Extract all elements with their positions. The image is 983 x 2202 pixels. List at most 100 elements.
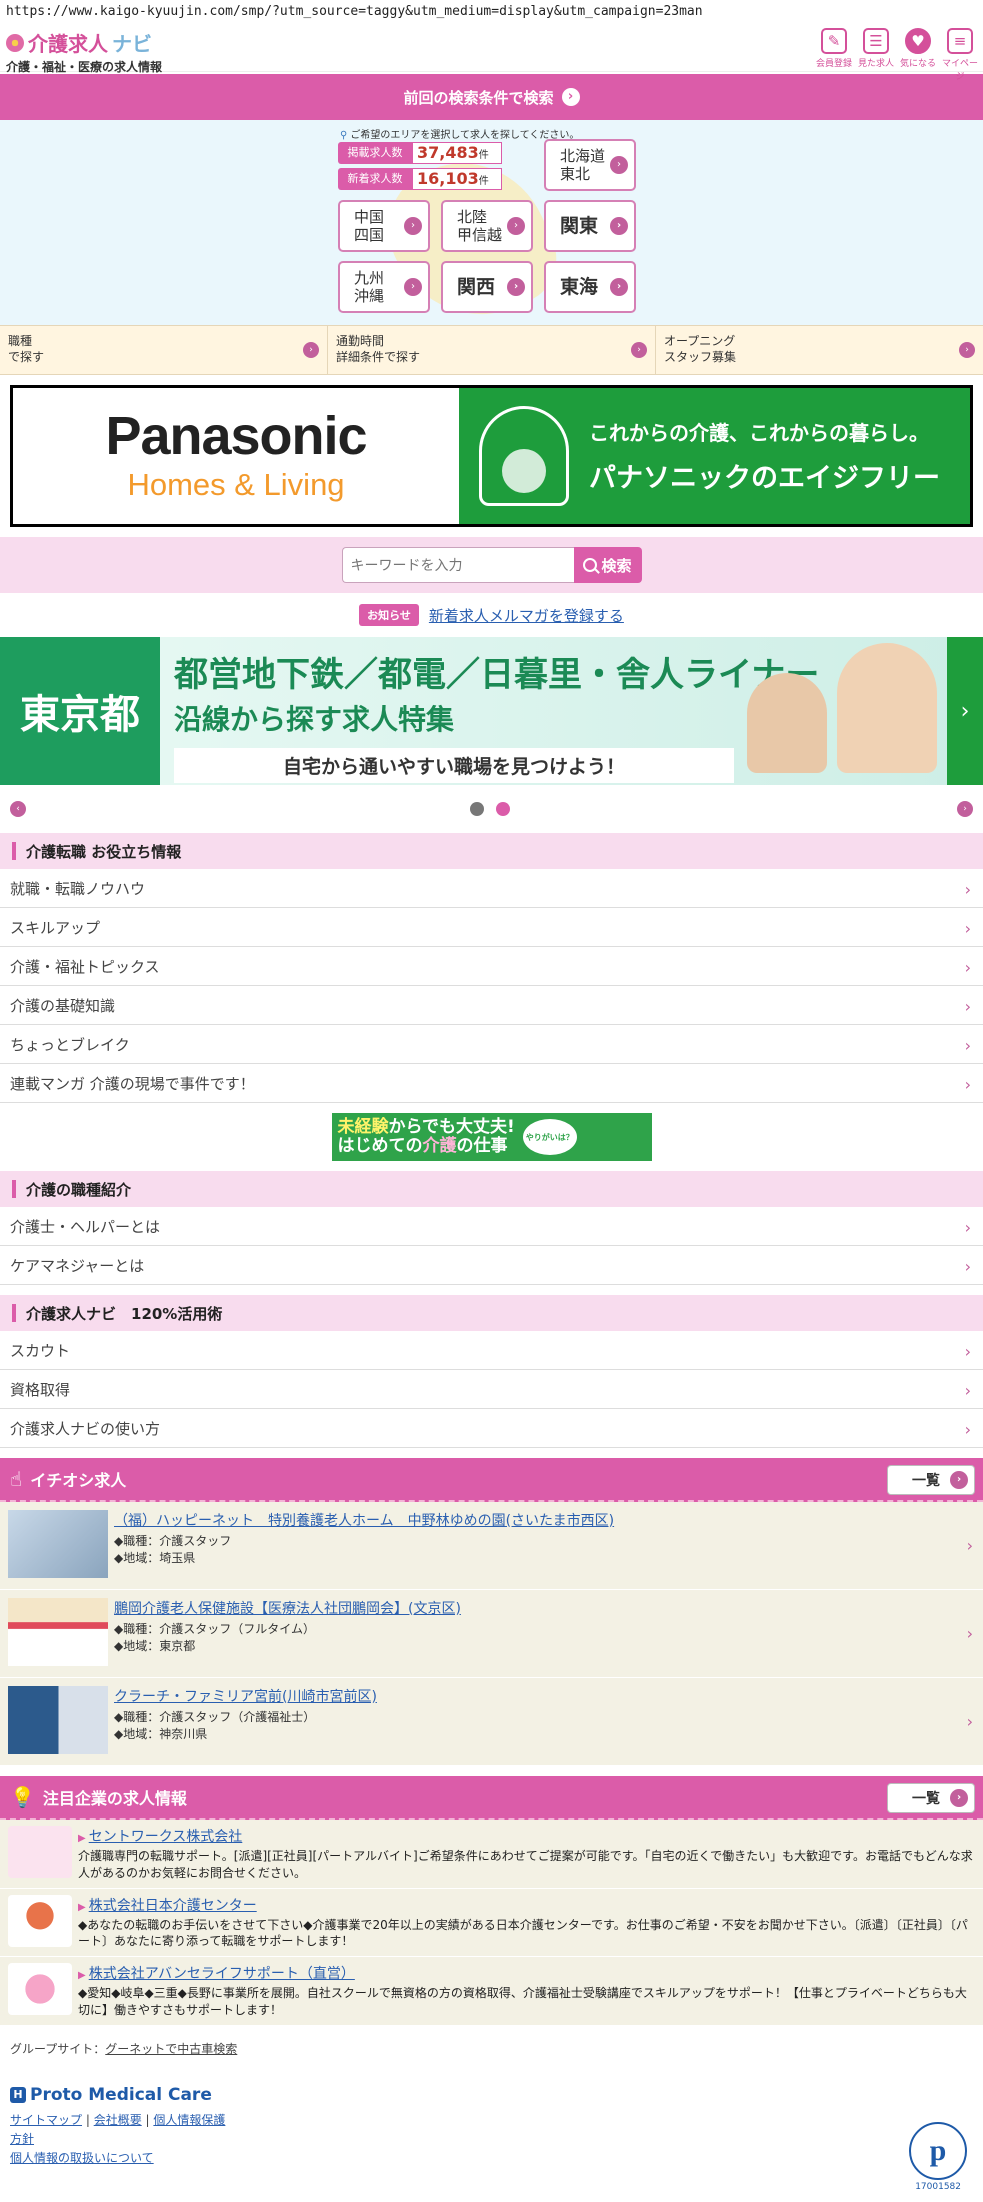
list-item[interactable]: 鵬岡介護老人保健施設【医療法人社団鵬岡会】(文京区) ◆職種：介護スタッフ（フル…	[0, 1590, 983, 1678]
chevron-right-icon: ›	[964, 1075, 971, 1094]
search-by-job-link[interactable]: 職種 で探す ›	[0, 326, 328, 374]
site-logo[interactable]: 介護求人 ナビ 介護・福祉・医療の求人情報	[6, 28, 162, 75]
job-area: ◆地域：神奈川県	[114, 1727, 208, 1741]
chevron-right-icon: ›	[964, 1342, 971, 1361]
list-item[interactable]: 介護士・ヘルパーとは ›	[0, 1207, 983, 1246]
list-item[interactable]: 連載マンガ 介護の現場で事件です！ ›	[0, 1064, 983, 1103]
pickup-heading: ☝ イチオシ求人 一覧 ›	[0, 1458, 983, 1502]
job-thumbnail	[8, 1598, 108, 1666]
list-item: ▶ 株式会社日本介護センター ◆あなたの転職のお手伝いをさせて下さい◆介護事業で2…	[0, 1889, 983, 1958]
list-item[interactable]: 介護求人ナビの使い方 ›	[0, 1409, 983, 1448]
newsletter-link[interactable]: 新着求人メルマガを登録する	[429, 605, 624, 626]
search-input[interactable]	[341, 547, 574, 583]
register-button[interactable]: ✎ 会員登録	[815, 28, 853, 82]
area-button-tokai[interactable]: 東海 ›	[544, 261, 636, 313]
list-item[interactable]: （福）ハッピーネット 特別養護老人ホーム 中野林ゆめの園(さいたま市西区) ◆職…	[0, 1502, 983, 1590]
list-item[interactable]: クラーチ・ファミリア宮前(川崎市宮前区) ◆職種：介護スタッフ（介護福祉士） ◆…	[0, 1678, 983, 1766]
section-jobtypes-heading: 介護の職種紹介	[0, 1171, 983, 1207]
carousel-next-arrow[interactable]: ›	[957, 801, 973, 817]
job-thumbnail	[8, 1686, 108, 1754]
panasonic-ad-banner[interactable]: Panasonic Homes & Living これからの介護、これからの暮ら…	[10, 385, 973, 527]
company-info-link[interactable]: 会社概要	[94, 2113, 142, 2127]
job-title-link[interactable]: クラーチ・ファミリア宮前(川崎市宮前区)	[114, 1689, 377, 1705]
mypage-button[interactable]: ≡ マイページ	[941, 28, 979, 82]
chevron-right-icon: ›	[966, 1536, 973, 1555]
privacy-handling-link[interactable]: 個人情報の取扱いについて	[10, 2151, 154, 2165]
site-footer: グループサイト：グーネットで中古車検索 H Proto Medical Care …	[0, 2026, 983, 2192]
area-button-chugoku[interactable]: 中国 四国 ›	[338, 200, 430, 252]
company-logo	[8, 1826, 72, 1878]
pickup-more-button[interactable]: 一覧 ›	[887, 1465, 975, 1495]
policy-link[interactable]: 方針	[10, 2132, 34, 2146]
triangle-right-icon: ▶	[78, 1833, 86, 1844]
notice-bar: お知らせ 新着求人メルマガを登録する	[0, 593, 983, 637]
companies-more-button[interactable]: 一覧 ›	[887, 1783, 975, 1813]
chevron-right-icon: ›	[507, 278, 525, 296]
tokyo-label: 東京都	[0, 637, 160, 785]
job-area: ◆地域：埼玉県	[114, 1551, 196, 1565]
job-title-link[interactable]: （福）ハッピーネット 特別養護老人ホーム 中野林ゆめの園(さいたま市西区)	[114, 1513, 614, 1529]
group-site-link[interactable]: グーネットで中古車検索	[105, 2042, 237, 2056]
tokyo-feature-banner[interactable]: 東京都 都営地下鉄／都電／日暮里・舎人ライナー 沿線から探す求人特集 自宅から通…	[0, 637, 983, 785]
company-logo	[8, 1894, 72, 1947]
chevron-right-icon: ›	[964, 1381, 971, 1400]
area-button-hokkaido[interactable]: 北海道 東北 ›	[544, 139, 636, 191]
tokyo-line3: 自宅から通いやすい職場を見つけよう！	[174, 748, 734, 784]
area-button-kansai[interactable]: 関西 ›	[441, 261, 533, 313]
listed-count-unit: 件	[478, 150, 489, 161]
proto-brand: H Proto Medical Care	[10, 2085, 973, 2105]
search-by-commute-link[interactable]: 通勤時間 詳細条件で探す ›	[328, 326, 656, 374]
company-link[interactable]: 株式会社日本介護センター	[89, 1898, 257, 1914]
chevron-right-icon: ›	[964, 919, 971, 938]
chevron-right-icon: ›	[966, 1712, 973, 1731]
history-button[interactable]: ☰ 見た求人	[857, 28, 895, 82]
list-item[interactable]: スカウト ›	[0, 1331, 983, 1370]
mypage-label: マイページ	[941, 59, 978, 82]
search-button[interactable]: 検索	[573, 547, 642, 583]
company-link[interactable]: セントワークス株式会社	[89, 1829, 243, 1845]
list-item[interactable]: ケアマネジャーとは ›	[0, 1246, 983, 1285]
carousel-dot-1[interactable]	[470, 802, 484, 816]
list-item[interactable]: 資格取得 ›	[0, 1370, 983, 1409]
opening-staff-link[interactable]: オープニング スタッフ募集 ›	[656, 326, 983, 374]
area-button-kanto[interactable]: 関東 ›	[544, 200, 636, 252]
favorite-button[interactable]: ♥ 気になる	[899, 28, 937, 82]
chevron-right-icon: ›	[610, 278, 628, 296]
chevron-right-icon: ›	[561, 88, 580, 106]
beginner-banner[interactable]: 未経験からでも大丈夫! はじめての介護の仕事 やりがいは？	[0, 1103, 983, 1171]
url-bar[interactable]: https://www.kaigo-kyuujin.com/smp/?utm_s…	[0, 0, 983, 24]
chevron-right-icon: ›	[950, 1471, 968, 1489]
area-button-kyushu[interactable]: 九州 沖縄 ›	[338, 261, 430, 313]
area-button-hokuriku[interactable]: 北陸 甲信越 ›	[441, 200, 533, 252]
chevron-right-icon: ›	[964, 958, 971, 977]
section-use-heading: 介護求人ナビ 120%活用術	[0, 1295, 983, 1331]
area-hint: ⚲ ご希望のエリアを選択して求人を探してください。	[340, 130, 580, 141]
new-count-label: 新着求人数	[338, 168, 412, 190]
list-item[interactable]: 介護の基礎知識 ›	[0, 986, 983, 1025]
job-title-link[interactable]: 鵬岡介護老人保健施設【医療法人社団鵬岡会】(文京区)	[114, 1601, 461, 1617]
flower-icon	[6, 33, 24, 52]
sitemap-link[interactable]: サイトマップ	[10, 2113, 82, 2127]
notice-badge: お知らせ	[359, 604, 419, 626]
tree-icon	[479, 406, 569, 506]
logo-main-text: 介護求人	[28, 32, 108, 56]
carousel-next-button[interactable]: ›	[947, 637, 983, 785]
register-label: 会員登録	[815, 59, 852, 69]
pencil-icon: ✎	[821, 28, 847, 54]
company-link[interactable]: 株式会社アバンセライフサポート（直営）	[89, 1966, 355, 1982]
list-item[interactable]: ちょっとブレイク ›	[0, 1025, 983, 1064]
tips-list: 就職・転職ノウハウ › スキルアップ › 介護・福祉トピックス › 介護の基礎知識 › …	[0, 869, 983, 1103]
site-header: 介護求人 ナビ 介護・福祉・医療の求人情報 ✎ 会員登録 ☰ 見た求人 ♥ 気になる ≡…	[0, 24, 983, 82]
company-list: ▶ セントワークス株式会社 介護職専門の転職サポート。[派遣][正社員][パートア…	[0, 1820, 983, 2026]
list-item: ▶ 株式会社アバンセライフサポート（直営） ◆愛知◆岐阜◆三重◆長野に事業所を展開…	[0, 1957, 983, 2026]
list-item[interactable]: スキルアップ ›	[0, 908, 983, 947]
list-item[interactable]: 介護・福祉トピックス ›	[0, 947, 983, 986]
listed-count-value: 37,483	[417, 143, 479, 162]
carousel-prev-arrow[interactable]: ‹	[10, 801, 26, 817]
carousel-dot-2[interactable]	[496, 802, 510, 816]
history-icon: ☰	[863, 28, 889, 54]
list-item[interactable]: 就職・転職ノウハウ ›	[0, 869, 983, 908]
group-site-label: グループサイト：	[10, 2041, 106, 2056]
search-icon	[583, 558, 598, 572]
privacy-link[interactable]: 個人情報保護	[153, 2113, 225, 2127]
